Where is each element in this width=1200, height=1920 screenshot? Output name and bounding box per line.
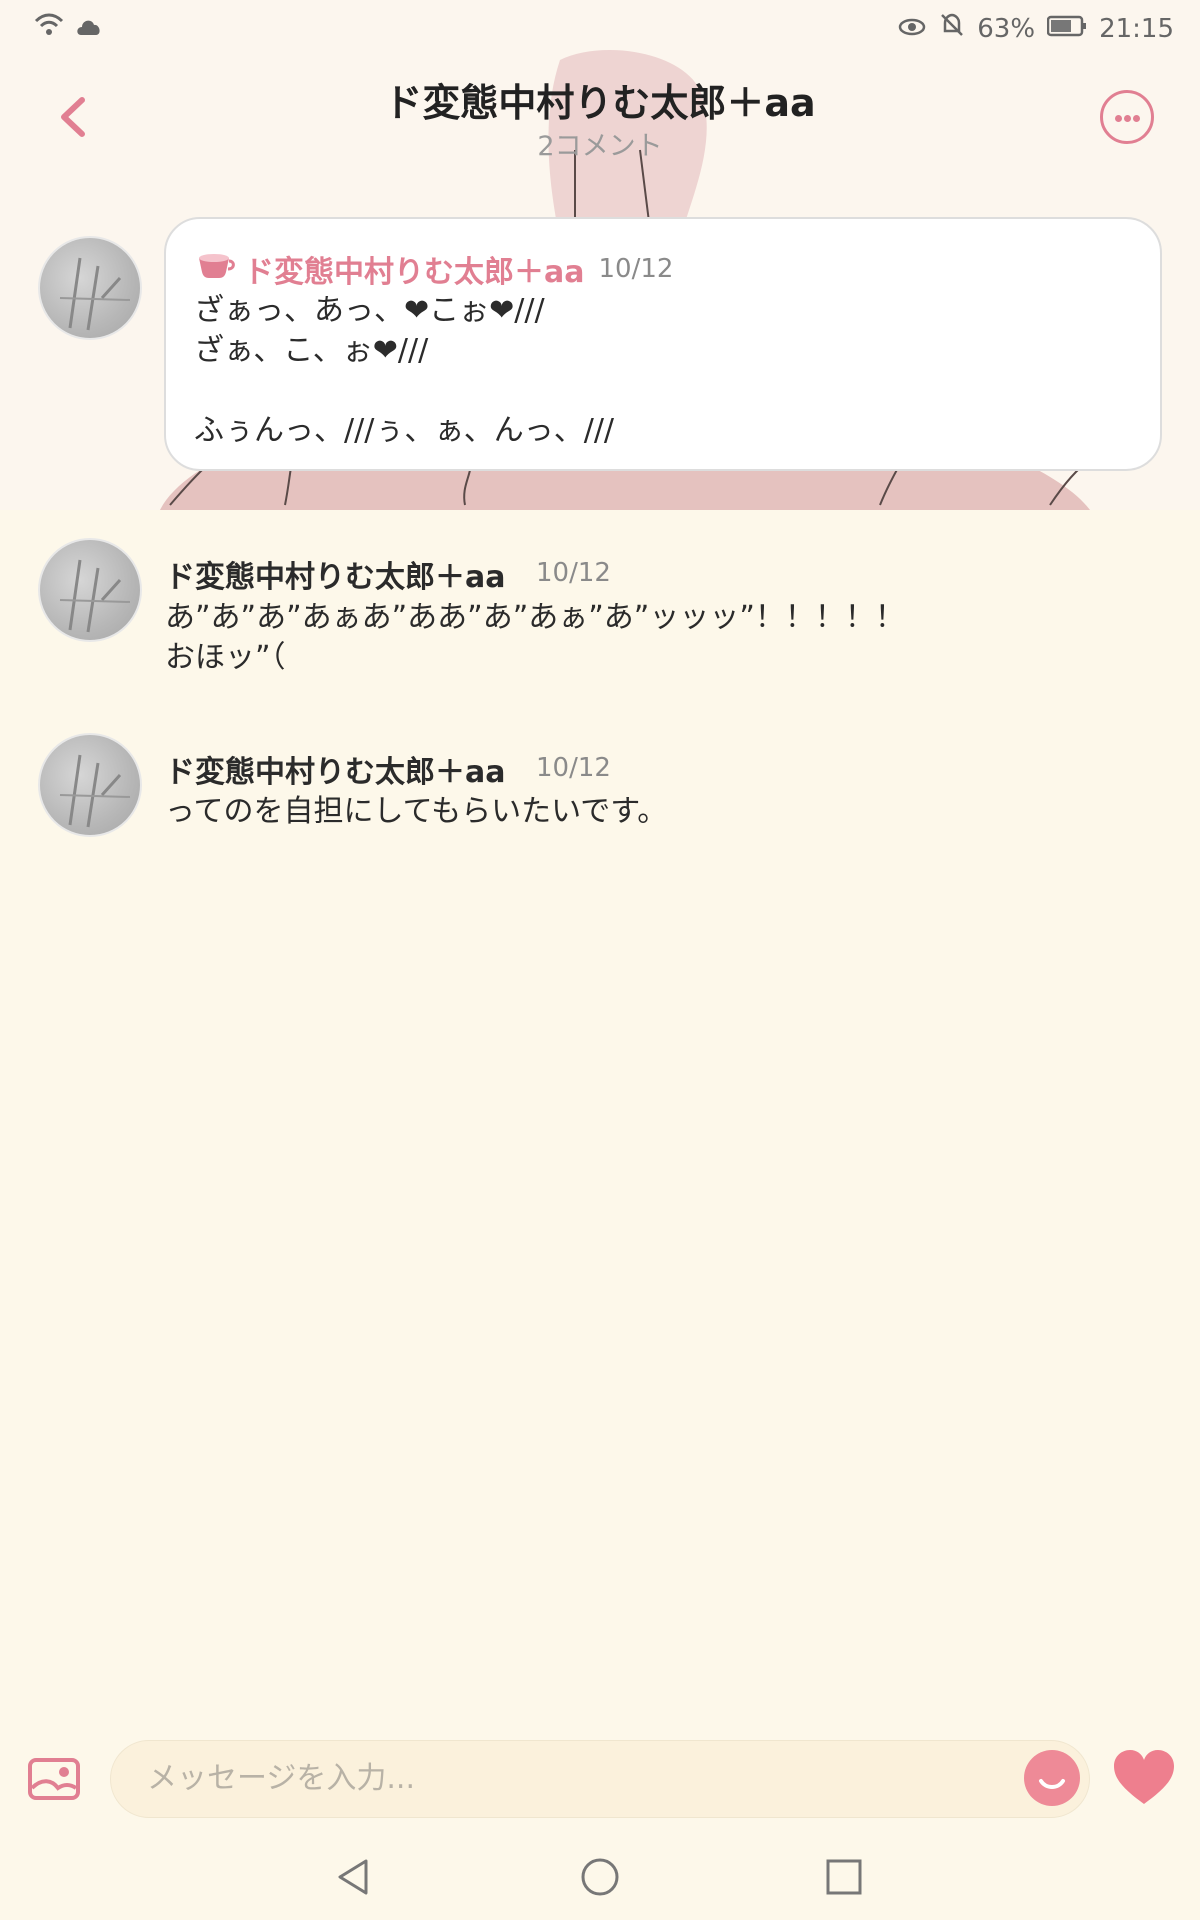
comment-text: ってのを自担にしてもらいたいです。 — [165, 794, 668, 829]
image-icon — [28, 1758, 80, 1800]
back-button[interactable] — [52, 92, 96, 142]
nav-home-button[interactable] — [580, 1857, 620, 1897]
cloud-icon — [74, 14, 104, 44]
like-button[interactable] — [1112, 1748, 1176, 1808]
more-dot — [1124, 115, 1131, 122]
highlight-comment-card[interactable]: ド変態中村りむ太郎＋aa 10/12 ざぁっ、あっ、❤こぉ❤/// ざぁ、こ、ぉ… — [164, 217, 1162, 471]
clock: 21:15 — [1099, 13, 1174, 44]
cup-icon — [196, 250, 236, 288]
status-bar: 63% 21:15 — [0, 0, 1200, 56]
nav-back-button[interactable] — [334, 1857, 374, 1897]
avatar[interactable] — [38, 236, 142, 340]
comment-author[interactable]: ド変態中村りむ太郎＋aa — [165, 552, 506, 596]
avatar[interactable] — [38, 733, 142, 837]
comment-date: 10/12 — [536, 558, 611, 588]
avatar-image — [59, 559, 131, 633]
comment-text: ざぁっ、あっ、❤こぉ❤/// ざぁ、こ、ぉ❤/// ふぅんっ、///ぅ、ぁ、んっ… — [194, 293, 615, 448]
comment-date: 10/12 — [598, 254, 674, 284]
comment-date: 10/12 — [536, 753, 611, 783]
comment-author[interactable]: ド変態中村りむ太郎＋aa — [165, 747, 506, 791]
nav-recents-button[interactable] — [824, 1857, 864, 1897]
battery-percent: 63% — [977, 13, 1036, 44]
message-input[interactable]: メッセージを入力... — [110, 1740, 1090, 1818]
photo-button[interactable] — [28, 1758, 80, 1800]
square-recents-icon — [826, 1859, 862, 1895]
avatar-image — [59, 754, 131, 828]
smile-icon — [1039, 1779, 1065, 1789]
comment-author-row: ド変態中村りむ太郎＋aa 10/12 — [196, 247, 673, 291]
battery-icon — [1046, 14, 1087, 44]
more-dot — [1133, 115, 1140, 122]
comment-author[interactable]: ド変態中村りむ太郎＋aa — [244, 247, 585, 291]
chevron-left-icon — [61, 97, 85, 137]
circle-home-icon — [581, 1858, 619, 1896]
emoji-button[interactable] — [1024, 1750, 1080, 1806]
page-title: ド変態中村りむ太郎＋aa — [384, 81, 816, 125]
more-options-button[interactable] — [1100, 90, 1154, 144]
wifi-icon — [34, 12, 64, 45]
comment-text: あ”あ”あ”あぁあ”ああ”あ”あぁ”あ”ッッッ”！！！！！ おほッ”（ — [165, 600, 905, 675]
bell-muted-icon — [939, 12, 965, 45]
avatar[interactable] — [38, 538, 142, 642]
eye-icon — [897, 14, 927, 44]
heart-icon — [1114, 1750, 1174, 1804]
status-right: 63% 21:15 — [897, 12, 1174, 45]
avatar-image — [59, 257, 131, 331]
more-dot — [1115, 115, 1122, 122]
status-left — [34, 12, 104, 45]
triangle-back-icon — [338, 1859, 368, 1895]
comment-count: 2コメント — [537, 131, 663, 162]
